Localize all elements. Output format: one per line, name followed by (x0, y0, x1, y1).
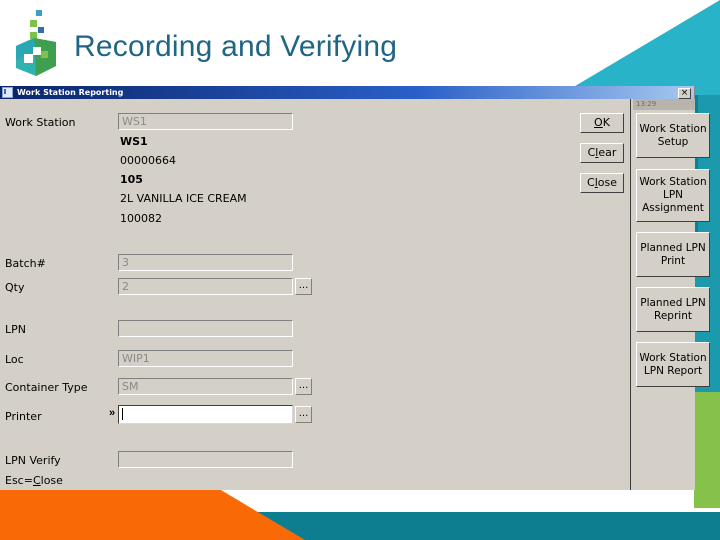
decor-green-right-bar (694, 392, 720, 508)
info-line-0: WS1 (120, 135, 148, 148)
slide-canvas: Recording and Verifying Work Station Rep… (0, 0, 720, 540)
esc-close-hint: Esc=Close (5, 474, 63, 487)
side-button-work-station-setup[interactable]: Work Station Setup (636, 113, 710, 158)
form-area: Work Station WS1 WS1 00000664 105 2L VAN… (0, 99, 630, 490)
side-button-work-station-lpn-assignment[interactable]: Work Station LPN Assignment (636, 169, 710, 222)
close-pre: C (587, 176, 595, 189)
window-app-icon (2, 87, 13, 98)
ok-rest: K (602, 116, 610, 129)
label-lpn-verify: LPN Verify (5, 454, 61, 467)
clear-rest: ear (598, 146, 617, 159)
input-loc[interactable]: WIP1 (118, 350, 293, 367)
side-button-planned-lpn-reprint[interactable]: Planned LPN Reprint (636, 287, 710, 332)
input-container-type[interactable]: SM (118, 378, 293, 395)
input-batch-number[interactable]: 3 (118, 254, 293, 271)
window-titlebar[interactable]: Work Station Reporting × (0, 86, 694, 99)
browse-printer-button[interactable]: ... (295, 406, 312, 423)
side-button-label: Work Station Setup (639, 122, 707, 148)
label-work-station: Work Station (5, 116, 76, 129)
esc-close-prefix: Esc= (5, 474, 33, 487)
focus-marker-icon: » (109, 407, 116, 419)
side-button-label: Work Station LPN Assignment (639, 176, 707, 214)
info-line-1: 00000664 (120, 154, 176, 167)
input-work-station[interactable]: WS1 (118, 113, 293, 130)
input-qty[interactable]: 2 (118, 278, 293, 295)
label-container-type: Container Type (5, 381, 88, 394)
input-lpn-verify[interactable] (118, 451, 293, 468)
label-batch-number: Batch# (5, 257, 46, 270)
info-line-2: 105 (120, 173, 143, 186)
input-lpn[interactable] (118, 320, 293, 337)
close-rest: ose (597, 176, 617, 189)
label-printer: Printer (5, 410, 42, 423)
browse-qty-button[interactable]: ... (295, 278, 312, 295)
ok-key: O (594, 116, 603, 129)
company-cube-logo (16, 10, 56, 76)
side-button-planned-lpn-print[interactable]: Planned LPN Print (636, 232, 710, 277)
label-lpn: LPN (5, 323, 26, 336)
decor-teal-triangle-topright (560, 0, 720, 95)
ok-button[interactable]: OK (580, 113, 624, 133)
clear-button[interactable]: Clear (580, 143, 624, 163)
window-client-area: Work Station WS1 WS1 00000664 105 2L VAN… (0, 99, 710, 490)
page-title: Recording and Verifying (74, 30, 398, 63)
esc-close-key: C (32, 474, 41, 487)
side-button-label: Work Station LPN Report (639, 351, 707, 377)
close-button[interactable]: Close (580, 173, 624, 193)
side-button-label: Planned LPN Reprint (640, 296, 706, 322)
label-qty: Qty (5, 281, 25, 294)
status-time: 13:29 (633, 99, 695, 110)
info-line-4: 100082 (120, 212, 162, 225)
close-icon[interactable]: × (678, 88, 691, 99)
work-station-reporting-window: Work Station Reporting × Work Station WS… (0, 86, 710, 490)
window-title: Work Station Reporting (17, 88, 124, 97)
side-button-work-station-lpn-report[interactable]: Work Station LPN Report (636, 342, 710, 387)
info-line-3: 2L VANILLA ICE CREAM (120, 192, 247, 205)
input-printer[interactable] (118, 405, 293, 424)
text-caret (122, 408, 123, 420)
browse-container-type-button[interactable]: ... (295, 378, 312, 395)
label-loc: Loc (5, 353, 24, 366)
side-button-label: Planned LPN Print (640, 241, 706, 267)
esc-close-rest: lose (40, 474, 63, 487)
